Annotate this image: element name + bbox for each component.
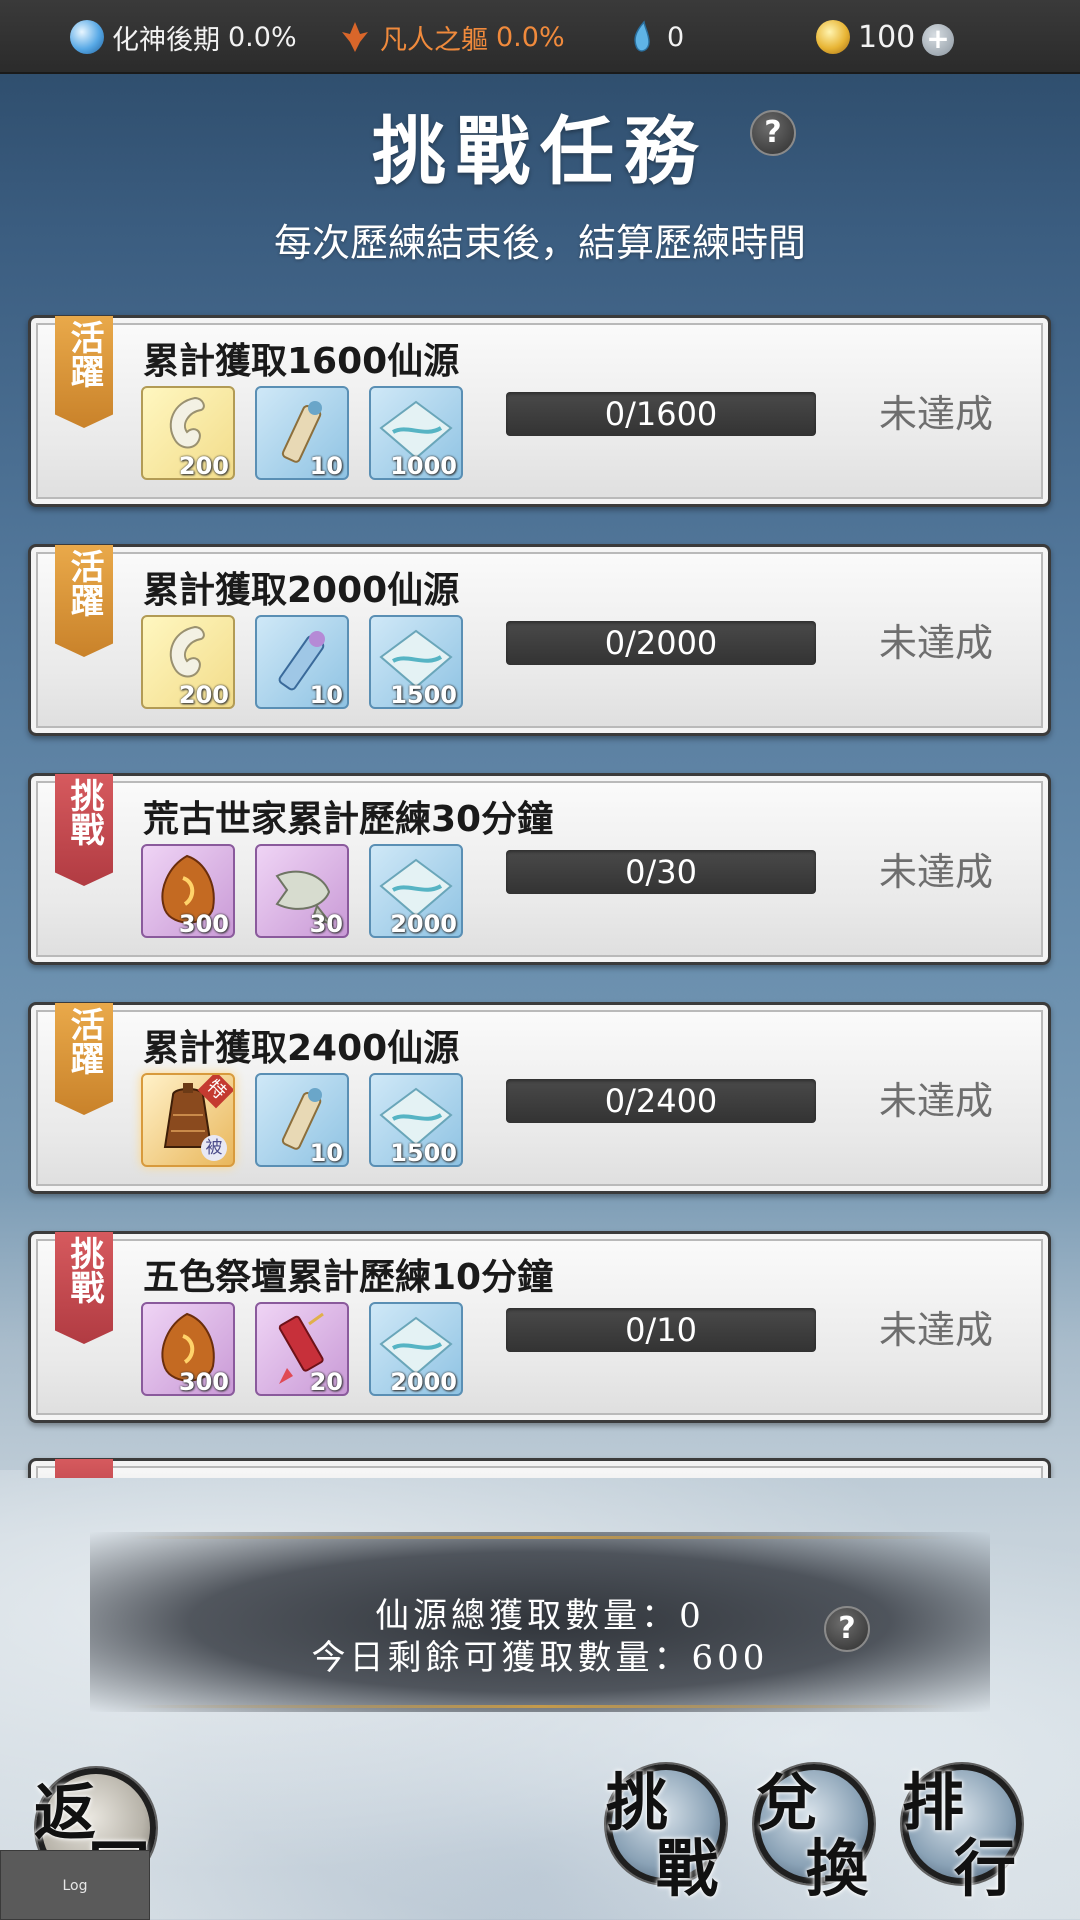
quest-card: 挑戰 荒古世家累計歷練30分鐘 300 30 2000 0/30 未達成 — [28, 773, 1051, 965]
quest-tag: 挑戰 — [55, 774, 113, 886]
quest-tag: 挑戰 — [55, 1232, 113, 1344]
realm-resource: 化神後期 0.0% — [70, 0, 297, 74]
quest-tag: 活躍 — [55, 316, 113, 428]
reward-quantity: 1000 — [390, 452, 457, 480]
coin-resource: 100 — [816, 0, 915, 74]
reward-quantity: 10 — [309, 452, 343, 480]
reward-quantity: 2000 — [390, 910, 457, 938]
quest-tag-partial — [55, 1459, 113, 1478]
quest-card: 活躍 累計獲取2000仙源 200 10 1500 0/2000 未達成 — [28, 544, 1051, 736]
add-coins-button[interactable]: + — [922, 24, 954, 56]
reward-slot[interactable]: 30 — [255, 844, 349, 938]
quest-progress: 0/2000 — [506, 621, 816, 665]
back-char-1: 返 — [34, 1776, 97, 1849]
quest-status[interactable]: 未達成 — [879, 621, 993, 665]
yinyang-icon — [70, 20, 104, 54]
body-resource: 凡人之軀 0.0% — [338, 0, 565, 74]
quest-title: 荒古世家累計歷練30分鐘 — [143, 799, 554, 840]
page-title: 挑戰任務 — [372, 109, 708, 195]
quest-status[interactable]: 未達成 — [879, 850, 993, 894]
crystal-drop-icon — [625, 20, 659, 54]
reward-quantity: 20 — [309, 1368, 343, 1396]
reward-slot[interactable]: 1500 — [369, 615, 463, 709]
body-value: 0.0% — [496, 21, 565, 53]
quest-card: 活躍 累計獲取2400仙源 特 被 10 1500 0/2400 未達成 — [28, 1002, 1051, 1194]
spirit-value: 0 — [667, 21, 685, 53]
reward-quantity: 10 — [309, 1139, 343, 1167]
quest-status[interactable]: 未達成 — [879, 1079, 993, 1123]
title-help-button[interactable]: ? — [750, 110, 796, 156]
quest-progress: 0/10 — [506, 1308, 816, 1352]
reward-quantity: 300 — [178, 910, 229, 938]
ranking-char-2: 行 — [954, 1832, 1017, 1905]
reward-slot[interactable]: 10 — [255, 615, 349, 709]
reward-quantity: 1500 — [390, 1139, 457, 1167]
body-label: 凡人之軀 — [380, 24, 488, 56]
reward-slot[interactable]: 10 — [255, 1073, 349, 1167]
reward-slot[interactable]: 1000 — [369, 386, 463, 480]
quest-tag: 活躍 — [55, 1003, 113, 1115]
special-badge-bottom: 被 — [201, 1135, 227, 1161]
reward-quantity: 2000 — [390, 1368, 457, 1396]
reward-quantity: 10 — [309, 681, 343, 709]
reward-slot[interactable]: 300 — [141, 1302, 235, 1396]
quest-progress: 0/30 — [506, 850, 816, 894]
gold-coin-icon — [816, 20, 850, 54]
quest-title: 累計獲取2000仙源 — [143, 570, 460, 611]
flame-sigil-icon — [338, 20, 372, 54]
quest-status[interactable]: 未達成 — [879, 1308, 993, 1352]
quest-list[interactable]: 活躍 累計獲取1600仙源 200 10 1000 0/1600 未達成 活躍 … — [0, 310, 1080, 1478]
quest-title: 五色祭壇累計歷練10分鐘 — [143, 1257, 554, 1298]
reward-slot[interactable]: 200 — [141, 386, 235, 480]
quest-card-partial — [28, 1458, 1051, 1478]
reward-quantity: 30 — [309, 910, 343, 938]
summary-help-button[interactable]: ? — [824, 1606, 870, 1652]
challenge-char-2: 戰 — [656, 1832, 719, 1905]
realm-label: 化神後期 — [112, 24, 220, 56]
reward-quantity: 300 — [178, 1368, 229, 1396]
reward-slot[interactable]: 特 被 — [141, 1073, 235, 1167]
reward-slot[interactable]: 20 — [255, 1302, 349, 1396]
spirit-resource: 0 — [625, 0, 684, 74]
reward-quantity: 200 — [178, 452, 229, 480]
reward-slot[interactable]: 200 — [141, 615, 235, 709]
quest-tag: 活躍 — [55, 545, 113, 657]
quest-card: 挑戰 五色祭壇累計歷練10分鐘 300 20 2000 0/10 未達成 — [28, 1231, 1051, 1423]
quest-card: 活躍 累計獲取1600仙源 200 10 1000 0/1600 未達成 — [28, 315, 1051, 507]
reward-slot[interactable]: 2000 — [369, 1302, 463, 1396]
quest-progress: 0/1600 — [506, 392, 816, 436]
resource-bar: 化神後期 0.0% 凡人之軀 0.0% 0 100 + — [0, 0, 1080, 74]
realm-value: 0.0% — [228, 21, 297, 53]
quest-status[interactable]: 未達成 — [879, 392, 993, 436]
quest-title: 累計獲取1600仙源 — [143, 341, 460, 382]
reward-slot[interactable]: 300 — [141, 844, 235, 938]
reward-slot[interactable]: 10 — [255, 386, 349, 480]
coin-value: 100 — [858, 19, 916, 55]
log-button[interactable]: Log — [0, 1850, 150, 1920]
reward-slot[interactable]: 1500 — [369, 1073, 463, 1167]
reward-slot[interactable]: 2000 — [369, 844, 463, 938]
reward-quantity: 1500 — [390, 681, 457, 709]
quest-title: 累計獲取2400仙源 — [143, 1028, 460, 1069]
page-subtitle: 每次歷練結束後，結算歷練時間 — [273, 221, 806, 265]
quest-progress: 0/2400 — [506, 1079, 816, 1123]
reward-quantity: 200 — [178, 681, 229, 709]
exchange-char-2: 換 — [806, 1832, 869, 1905]
